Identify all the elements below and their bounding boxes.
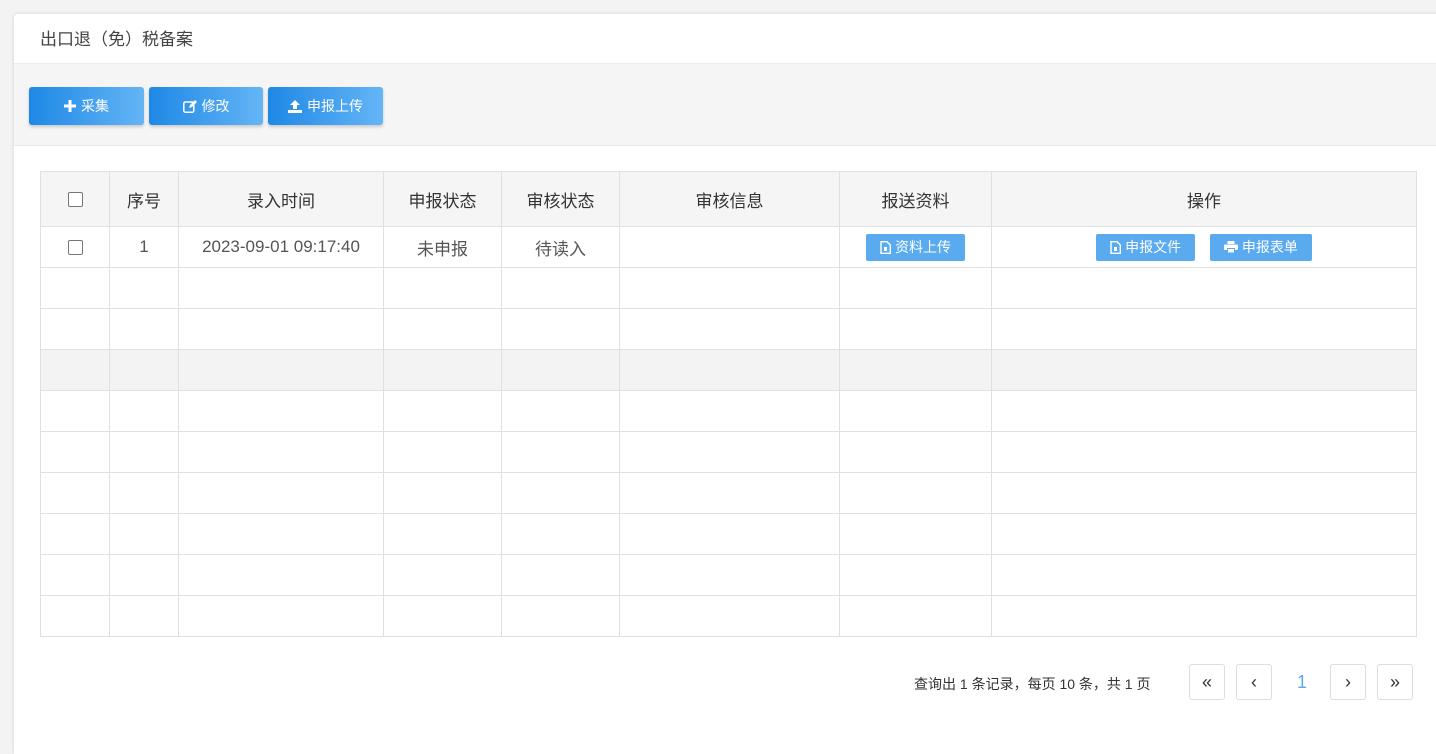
table-row-empty bbox=[40, 554, 1417, 596]
row-select-cell bbox=[40, 226, 110, 268]
select-all-cell bbox=[40, 171, 110, 227]
table-row-empty bbox=[40, 472, 1417, 514]
column-header-index: 序号 bbox=[109, 171, 179, 227]
upload-document-button[interactable]: 资料上传 bbox=[866, 233, 965, 261]
row-time: 2023-09-01 09:17:40 bbox=[178, 226, 384, 268]
edit-icon bbox=[182, 99, 197, 113]
table-row-empty bbox=[40, 308, 1417, 350]
column-header-time: 录入时间 bbox=[178, 171, 384, 227]
first-page-button[interactable]: « bbox=[1189, 664, 1225, 700]
plus-icon bbox=[64, 100, 76, 112]
row-declare-status: 未申报 bbox=[383, 226, 502, 268]
row-actions-cell: 申报文件 申报表单 bbox=[991, 226, 1417, 268]
upload-label: 申报上传 bbox=[307, 98, 363, 114]
table-row-empty bbox=[40, 267, 1417, 309]
panel: 出口退（免）税备案 采集 修改 申报上传 序号 录入时间 申报状态 审核状态 审… bbox=[14, 14, 1436, 754]
declare-file-button[interactable]: 申报文件 bbox=[1096, 233, 1196, 261]
table-row-empty bbox=[40, 513, 1417, 555]
declare-form-label: 申报表单 bbox=[1241, 239, 1298, 255]
record-table: 序号 录入时间 申报状态 审核状态 审核信息 报送资料 操作 1 2023-09… bbox=[40, 171, 1417, 637]
table-row-empty bbox=[40, 349, 1417, 391]
collect-button[interactable]: 采集 bbox=[29, 87, 144, 125]
row-review-info bbox=[619, 226, 840, 268]
edit-button[interactable]: 修改 bbox=[149, 87, 263, 125]
table-row-empty bbox=[40, 431, 1417, 473]
file-icon bbox=[880, 240, 891, 254]
row-documents-cell: 资料上传 bbox=[839, 226, 992, 268]
row-review-status: 待读入 bbox=[501, 226, 620, 268]
table-row: 1 2023-09-01 09:17:40 未申报 待读入 资料上传 申报文件 bbox=[40, 226, 1417, 268]
collect-label: 采集 bbox=[81, 98, 109, 114]
table-row-empty bbox=[40, 390, 1417, 432]
pager-summary: 查询出 1 条记录，每页 10 条，共 1 页 bbox=[914, 676, 1151, 692]
upload-button[interactable]: 申报上传 bbox=[268, 87, 383, 125]
column-header-actions: 操作 bbox=[991, 171, 1417, 227]
next-page-button[interactable]: › bbox=[1330, 664, 1366, 700]
edit-label: 修改 bbox=[201, 98, 230, 114]
row-checkbox[interactable] bbox=[67, 240, 83, 256]
last-page-button[interactable]: » bbox=[1377, 664, 1413, 700]
prev-page-button[interactable]: ‹ bbox=[1236, 664, 1272, 700]
page-title: 出口退（免）税备案 bbox=[14, 14, 1436, 64]
current-page[interactable]: 1 bbox=[1284, 664, 1320, 700]
toolbar: 采集 修改 申报上传 bbox=[14, 64, 1436, 146]
declare-file-label: 申报文件 bbox=[1125, 239, 1182, 255]
upload-document-label: 资料上传 bbox=[895, 239, 951, 255]
column-header-documents: 报送资料 bbox=[839, 171, 992, 227]
column-header-review-status: 审核状态 bbox=[501, 171, 620, 227]
column-header-review-info: 审核信息 bbox=[619, 171, 840, 227]
table-header-row: 序号 录入时间 申报状态 审核状态 审核信息 报送资料 操作 bbox=[40, 171, 1417, 227]
declare-form-button[interactable]: 申报表单 bbox=[1209, 233, 1312, 261]
row-index: 1 bbox=[109, 226, 179, 268]
column-header-declare-status: 申报状态 bbox=[383, 171, 502, 227]
select-all-checkbox[interactable] bbox=[67, 192, 83, 208]
upload-icon bbox=[288, 99, 302, 113]
print-icon bbox=[1223, 241, 1238, 253]
table-row-empty bbox=[40, 595, 1417, 637]
file-icon bbox=[1110, 240, 1122, 254]
